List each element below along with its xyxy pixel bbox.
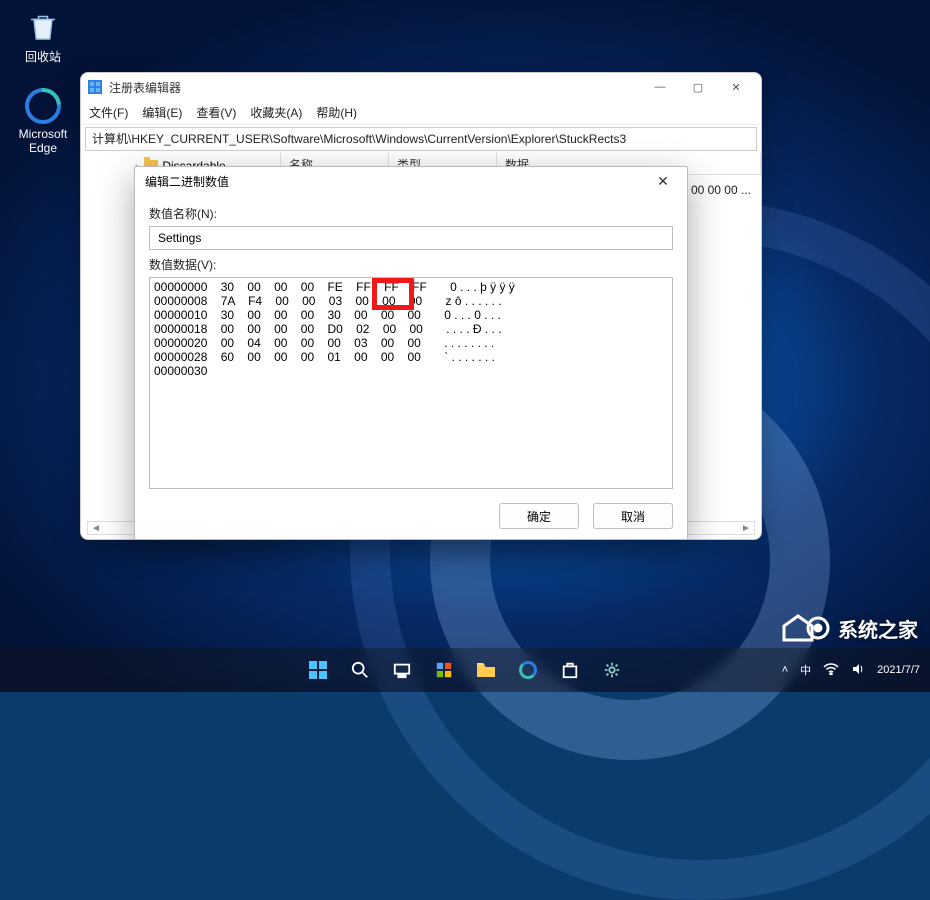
edge-taskbar-icon[interactable] <box>516 658 540 682</box>
watermark-text: 系统之家 <box>838 614 918 643</box>
edge-label: Microsoft Edge <box>8 127 78 155</box>
store-icon[interactable] <box>558 658 582 682</box>
recycle-bin-icon[interactable]: 回收站 <box>8 6 78 65</box>
value-name-input[interactable] <box>149 226 673 250</box>
search-icon[interactable] <box>348 658 372 682</box>
taskview-icon[interactable] <box>390 658 414 682</box>
settings-icon[interactable] <box>600 658 624 682</box>
dialog-titlebar[interactable]: 编辑二进制数值 ✕ <box>135 167 687 195</box>
start-button[interactable] <box>306 658 330 682</box>
red-highlight-box <box>372 278 414 310</box>
clock[interactable]: 2021/7/7 <box>877 664 920 676</box>
value-data-label: 数值数据(V): <box>149 256 673 273</box>
value-name-label: 数值名称(N): <box>149 205 673 222</box>
regedit-title: 注册表编辑器 <box>109 79 641 96</box>
hex-editor[interactable]: 00000000 30 00 00 00 FE FF FF FF 0 . . .… <box>149 277 673 489</box>
tray-chevron-icon[interactable]: ˄ <box>782 664 788 676</box>
ime-icon[interactable]: 中 <box>800 662 811 678</box>
hex-row[interactable]: 00000020 00 04 00 00 00 03 00 00 . . . .… <box>154 336 668 350</box>
menu-edit[interactable]: 编辑(E) <box>142 104 182 121</box>
menu-favorites[interactable]: 收藏夹(A) <box>250 104 302 121</box>
hex-row[interactable]: 00000030 <box>154 364 668 378</box>
menu-view[interactable]: 查看(V) <box>196 104 236 121</box>
scroll-left-icon[interactable]: ◄ <box>88 522 104 534</box>
cancel-button[interactable]: 取消 <box>593 503 673 529</box>
menu-help[interactable]: 帮助(H) <box>316 104 357 121</box>
volume-icon[interactable] <box>851 662 865 679</box>
widgets-icon[interactable] <box>432 658 456 682</box>
regedit-menubar: 文件(F) 编辑(E) 查看(V) 收藏夹(A) 帮助(H) <box>81 101 761 125</box>
watermark: 系统之家 <box>778 610 918 646</box>
dialog-title: 编辑二进制数值 <box>145 173 649 190</box>
dialog-close-icon[interactable]: ✕ <box>649 173 677 190</box>
edge-icon[interactable]: Microsoft Edge <box>8 85 78 155</box>
scroll-right-icon[interactable]: ► <box>738 522 754 534</box>
regedit-app-icon <box>87 79 103 95</box>
close-button[interactable]: ✕ <box>717 75 755 99</box>
explorer-icon[interactable] <box>474 658 498 682</box>
edit-binary-dialog: 编辑二进制数值 ✕ 数值名称(N): 数值数据(V): 00000000 30 … <box>134 166 688 540</box>
wifi-icon[interactable] <box>823 663 839 678</box>
taskbar[interactable]: ˄ 中 2021/7/7 <box>0 648 930 692</box>
address-bar[interactable]: 计算机\HKEY_CURRENT_USER\Software\Microsoft… <box>85 127 757 151</box>
hex-row[interactable]: 00000018 00 00 00 00 D0 02 00 00 . . . .… <box>154 322 668 336</box>
recycle-bin-label: 回收站 <box>25 48 61 65</box>
regedit-titlebar[interactable]: 注册表编辑器 — ▢ ✕ <box>81 73 761 101</box>
maximize-button[interactable]: ▢ <box>679 75 717 99</box>
hex-row[interactable]: 00000028 60 00 00 00 01 00 00 00 ` . . .… <box>154 350 668 364</box>
ok-button[interactable]: 确定 <box>499 503 579 529</box>
minimize-button[interactable]: — <box>641 75 679 99</box>
hex-row[interactable]: 00000010 30 00 00 00 30 00 00 00 0 . . .… <box>154 308 668 322</box>
menu-file[interactable]: 文件(F) <box>89 104 128 121</box>
